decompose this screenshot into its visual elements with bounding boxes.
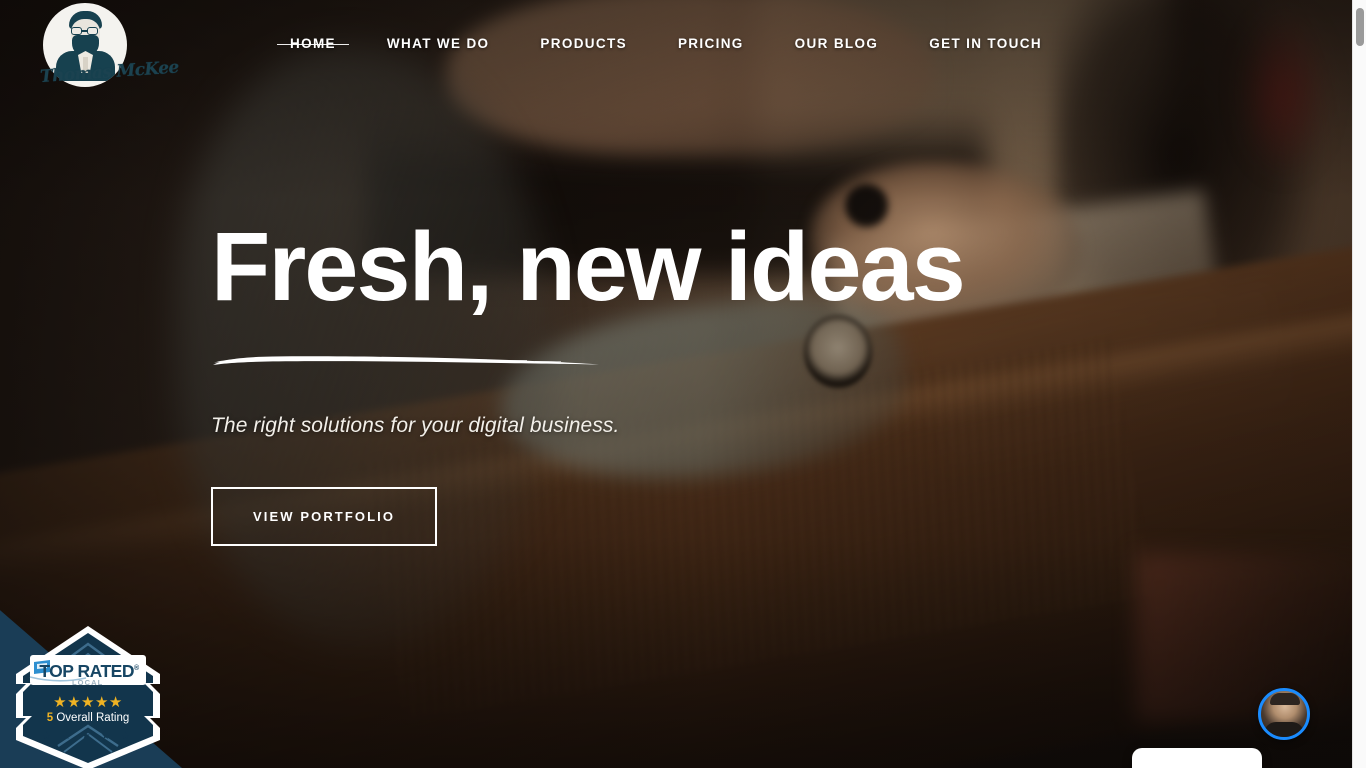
nav-item-get-in-touch[interactable]: GET IN TOUCH [929,30,1042,57]
logo-wordmark: Thomas McKee [39,57,180,88]
hero-subtitle: The right solutions for your digital bus… [211,414,620,437]
nav-item-home[interactable]: HOME [277,30,349,57]
chat-agent-avatar[interactable] [1258,688,1310,740]
hero-title: Fresh, new ideas [211,212,966,321]
view-portfolio-button[interactable]: VIEW PORTFOLIO [211,487,438,546]
brush-stroke-underline-icon [211,349,601,371]
nav-item-what-we-do[interactable]: WHAT WE DO [387,30,489,57]
main-navigation: HOME WHAT WE DO PRODUCTS PRICING OUR BLO… [277,30,1042,57]
page-viewport: Thomas McKee HOME WHAT WE DO PRODUCTS PR… [0,0,1352,768]
top-rated-local-badge[interactable]: TOP RATED® LOCAL ★★★★★ 5 Overall Rating … [10,622,166,768]
hero-content: Fresh, new ideas The right solutions for… [211,218,1111,546]
site-header: Thomas McKee HOME WHAT WE DO PRODUCTS PR… [0,0,1352,90]
nav-item-products[interactable]: PRODUCTS [540,30,627,57]
vertical-scrollbar[interactable] [1352,0,1366,768]
chat-prompt-bubble[interactable] [1132,748,1262,768]
chat-widget [1132,688,1322,768]
site-logo[interactable]: Thomas McKee [39,3,180,89]
top-rated-badge-corner: TOP RATED® LOCAL ★★★★★ 5 Overall Rating … [0,600,182,768]
nav-item-our-blog[interactable]: OUR BLOG [795,30,879,57]
browser-page: Thomas McKee HOME WHAT WE DO PRODUCTS PR… [0,0,1366,768]
scrollbar-thumb[interactable] [1356,8,1364,46]
nav-item-pricing[interactable]: PRICING [678,30,744,57]
